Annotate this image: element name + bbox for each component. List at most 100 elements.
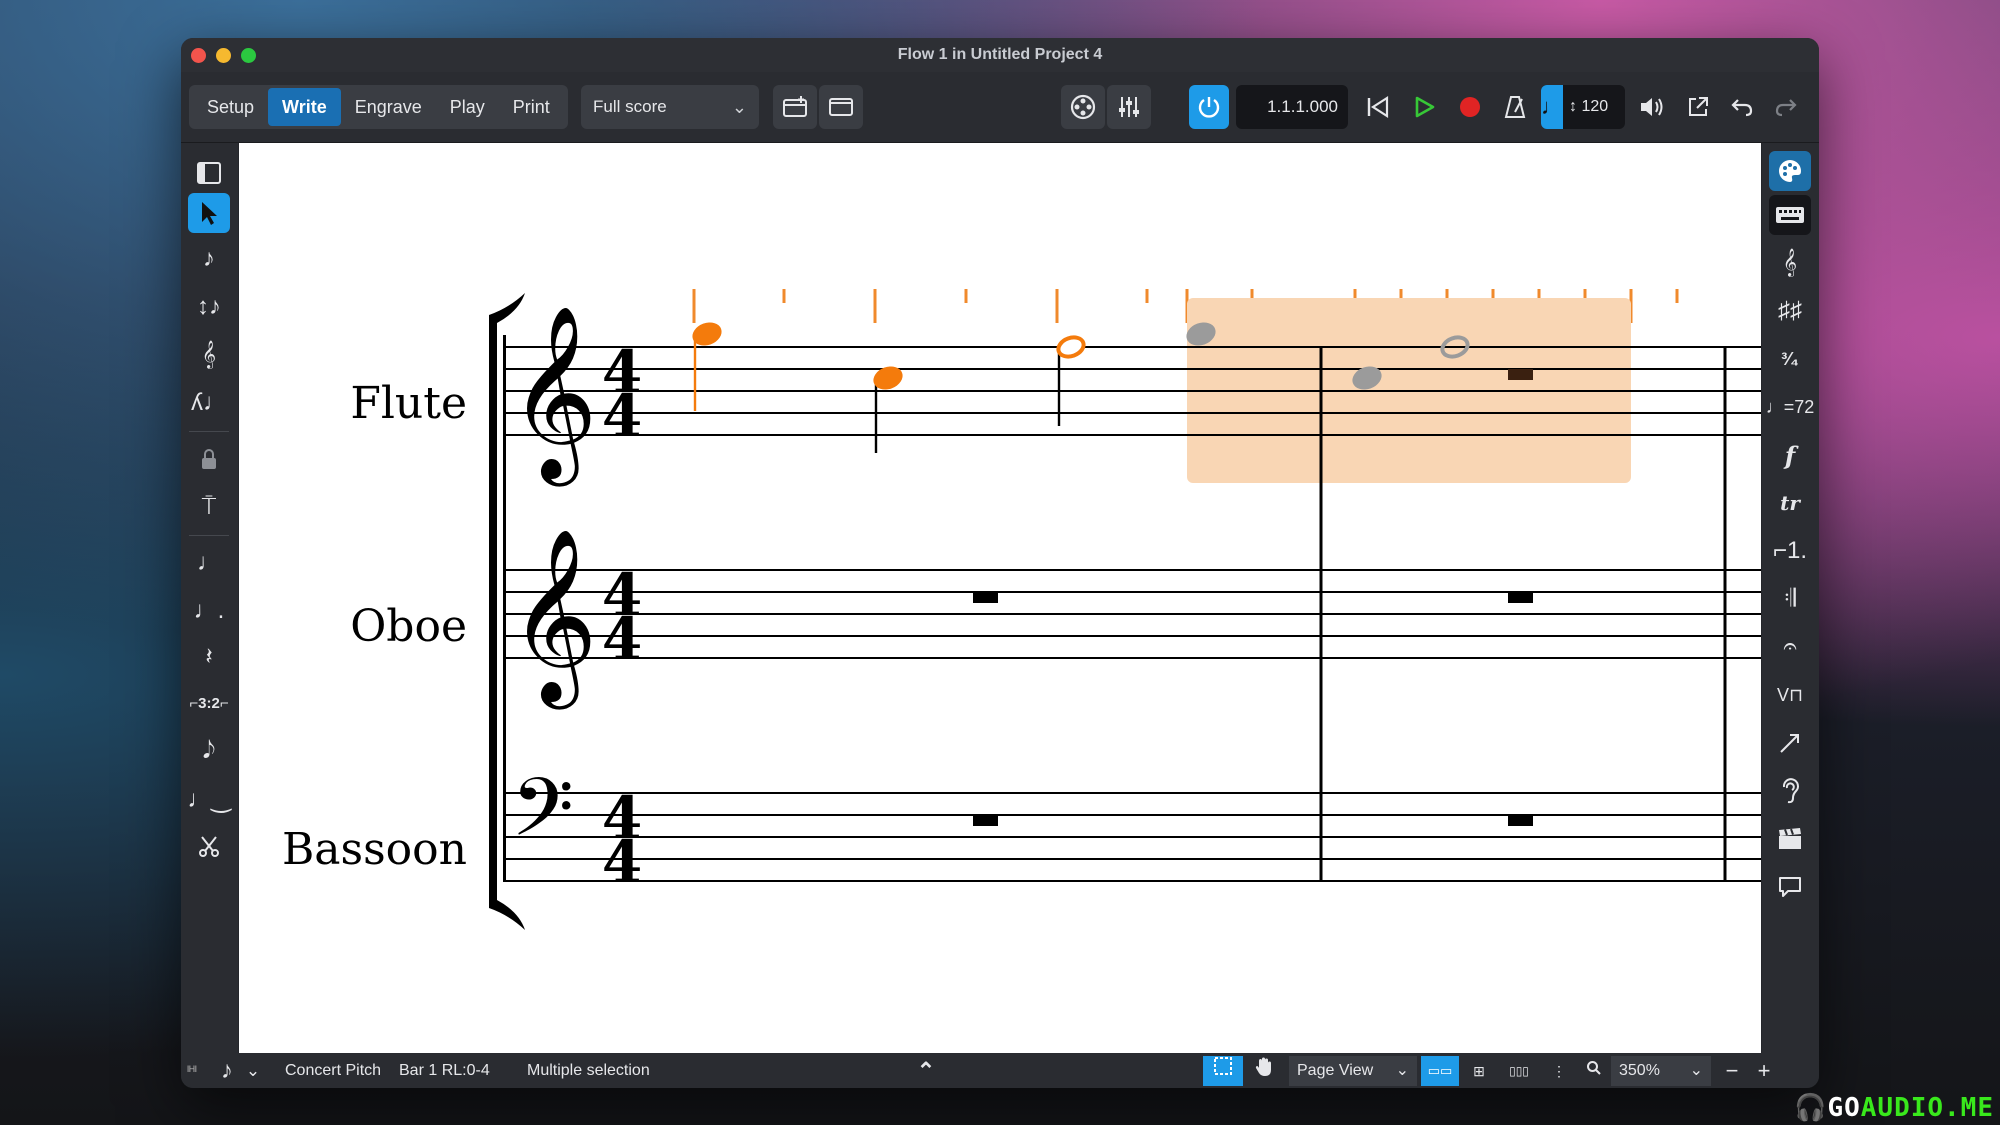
undo-button[interactable] (1723, 85, 1761, 129)
properties-button[interactable] (1769, 151, 1811, 191)
zoom-in-button[interactable]: + (1749, 1056, 1779, 1086)
tempo-display[interactable]: ♩ ↕ 120 (1541, 85, 1625, 129)
treble-clef-oboe: 𝄞 (509, 528, 598, 710)
force-duration-button[interactable]: ⍑ (188, 487, 230, 527)
dynamics-button[interactable]: f (1769, 435, 1811, 475)
comment-icon (1779, 877, 1801, 897)
svg-text:4: 4 (602, 382, 642, 450)
clefs-button[interactable]: 𝄞 (1769, 243, 1811, 283)
tempo-button[interactable]: ♩=72 (1766, 387, 1815, 427)
video-button[interactable] (1061, 85, 1105, 129)
fermata-icon: 𝄐 (1783, 633, 1797, 660)
score-canvas[interactable]: Flute Oboe Bassoon 𝄞 𝄞 𝄢 44 44 44 (239, 143, 1761, 1053)
zoom-icon (1579, 1056, 1609, 1086)
notes-panel-button[interactable]: ♩ (188, 543, 230, 583)
forte-icon: f (1784, 440, 1796, 470)
notes-view-icon[interactable]: ᴵᴴᴵ (187, 1053, 197, 1088)
bass-clef-bassoon: 𝄢 (511, 761, 574, 875)
select-tool-button[interactable] (188, 193, 230, 233)
rest-icon: 𝄽 (205, 643, 213, 670)
watermark-suffix: AUDIO.ME (1860, 1093, 1994, 1123)
zoom-selector[interactable]: 350% ⌄ (1611, 1056, 1711, 1086)
window-icon (829, 98, 853, 116)
watermark-logo: 🎧GOAUDIO.ME (1794, 1093, 1994, 1123)
volume-button[interactable] (1633, 85, 1671, 129)
toolbar: Setup Write Engrave Play Print Full scor… (181, 72, 1819, 143)
cues-button[interactable] (1769, 819, 1811, 859)
repeat-endings-button[interactable]: ⌐1. (1769, 531, 1811, 571)
single-pages-vertical-button[interactable]: ⋮ (1541, 1056, 1577, 1086)
ties-button[interactable]: ♩‿ (187, 779, 231, 819)
panel-toggle-button[interactable] (188, 153, 230, 193)
layout-selector[interactable]: Full score ⌄ (581, 85, 759, 129)
bassoon-rests (973, 815, 1533, 826)
tab-engrave[interactable]: Engrave (341, 88, 436, 126)
lines-button[interactable] (1769, 723, 1811, 763)
tie-icon: ♩‿ (187, 785, 231, 813)
chevron-down-icon: ⌄ (1689, 1062, 1703, 1079)
instrument-name-bassoon: Bassoon (282, 824, 467, 875)
keyboard-panel-button[interactable] (1769, 195, 1811, 235)
staff-oboe (503, 569, 1761, 659)
redo-button[interactable] (1767, 85, 1805, 129)
holds-pauses-button[interactable]: 𝄐 (1769, 627, 1811, 667)
new-tab-icon (783, 96, 807, 117)
repeats-button[interactable]: 𝄇 (1769, 579, 1811, 619)
chevron-down-icon: ⌄ (1395, 1062, 1409, 1079)
oboe-rests (973, 592, 1533, 603)
sidebar-icon (197, 162, 221, 184)
tuplets-button[interactable]: ⌐3:2⌐ (188, 683, 230, 723)
tab-write[interactable]: Write (268, 88, 341, 126)
scissors-tool-button[interactable] (188, 827, 230, 867)
force-duration-icon: ⍑ (201, 493, 217, 520)
tab-play[interactable]: Play (436, 88, 499, 126)
rhythm-dot-button[interactable]: ♩. (188, 591, 230, 631)
window-view-button[interactable] (819, 85, 863, 129)
key-signatures-button[interactable]: ♯♯ (1769, 291, 1811, 331)
new-tab-button[interactable] (773, 85, 817, 129)
tab-setup[interactable]: Setup (193, 88, 268, 126)
grace-notes-button[interactable]: ʎ♩ (188, 383, 230, 423)
single-pages-horizontal-button[interactable]: ▯▯▯ (1499, 1056, 1539, 1086)
music-area[interactable]: Flute Oboe Bassoon 𝄞 𝄞 𝄢 44 44 44 (239, 143, 1761, 1053)
pages-grid-button[interactable]: ⊞ (1461, 1056, 1497, 1086)
comments-button[interactable] (1769, 867, 1811, 907)
insert-mode-button[interactable]: ↕♪ (188, 287, 230, 327)
notes-toolbox: ♪ ↕♪ 𝄞 ʎ♩ ⍑ ♩ ♩. 𝄽 ⌐3:2⌐ 𝅘𝅥𝅮 ♩‿ (181, 143, 238, 1053)
spreads-horizontal-button[interactable]: ▭▭ (1421, 1056, 1459, 1086)
slash-notes-button[interactable]: 𝅘𝅥𝅮 (188, 731, 230, 771)
chevron-down-icon[interactable]: ⌄ (243, 1056, 263, 1086)
lock-duration-button[interactable] (188, 439, 230, 479)
sharp-icon: ♯♯ (1778, 297, 1802, 324)
hand-tool-button[interactable] (1245, 1056, 1283, 1086)
playing-techniques-button[interactable]: V⊓ (1769, 675, 1811, 715)
tab-print[interactable]: Print (499, 88, 564, 126)
view-type-selector[interactable]: Page View ⌄ (1289, 1056, 1417, 1086)
undo-icon (1731, 99, 1753, 117)
rewind-to-start-button[interactable] (1359, 85, 1397, 129)
ornaments-button[interactable]: tr (1769, 483, 1811, 523)
concert-pitch-toggle[interactable]: Concert Pitch (285, 1053, 381, 1088)
chords-button[interactable]: 𝄞 (188, 335, 230, 375)
notations-toolbox: 𝄞 ♯♯ ³⁄₄ ♩=72 f tr ⌐1. 𝄇 𝄐 V⊓ (1762, 143, 1819, 1053)
zoom-out-button[interactable]: − (1717, 1056, 1747, 1086)
eighth-note-icon: ♪ (221, 1057, 233, 1084)
pages-row-icon: ▯▯▯ (1509, 1064, 1529, 1078)
arrow-pointer-icon (202, 202, 217, 225)
time-signatures-button[interactable]: ³⁄₄ (1769, 339, 1811, 379)
chevron-up-icon[interactable]: ⌃ (911, 1056, 941, 1086)
scissors-icon (199, 836, 219, 857)
harp-pedals-button[interactable] (1769, 771, 1811, 811)
mixer-button[interactable] (1107, 85, 1151, 129)
export-button[interactable] (1679, 85, 1717, 129)
note-input-button[interactable]: ♪ (188, 239, 230, 279)
click-toggle-button[interactable] (1496, 85, 1534, 129)
record-button[interactable] (1451, 85, 1489, 129)
marquee-tool-button[interactable] (1203, 1056, 1243, 1086)
transport-position[interactable]: 1.1.1.000 (1236, 85, 1348, 129)
svg-text:4: 4 (602, 828, 642, 896)
rest-input-button[interactable]: 𝄽 (188, 637, 230, 677)
play-button[interactable] (1405, 85, 1443, 129)
ear-icon (1782, 778, 1799, 804)
activate-project-button[interactable] (1189, 85, 1229, 129)
